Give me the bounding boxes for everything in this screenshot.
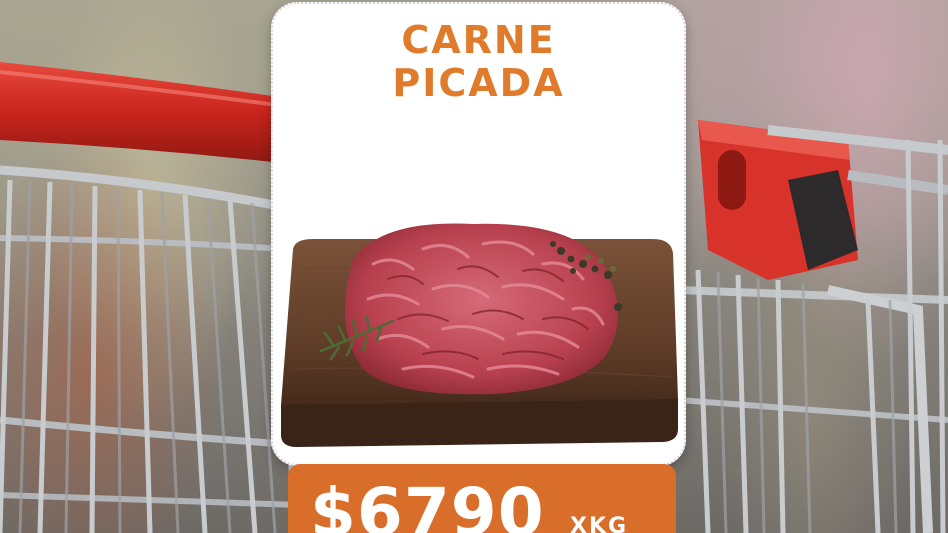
price-box: $6790 XKG [288, 464, 676, 533]
product-title-line1: CARNE [401, 18, 556, 62]
price-value: $6790 [310, 474, 545, 533]
shopping-cart-right-image [678, 120, 948, 533]
product-card: CARNE PICADA [271, 2, 686, 466]
product-title-line2: PICADA [392, 61, 565, 105]
ground-beef-on-board-image [281, 223, 678, 447]
shopping-cart-left-image [0, 62, 300, 533]
price-unit: XKG [570, 514, 629, 533]
